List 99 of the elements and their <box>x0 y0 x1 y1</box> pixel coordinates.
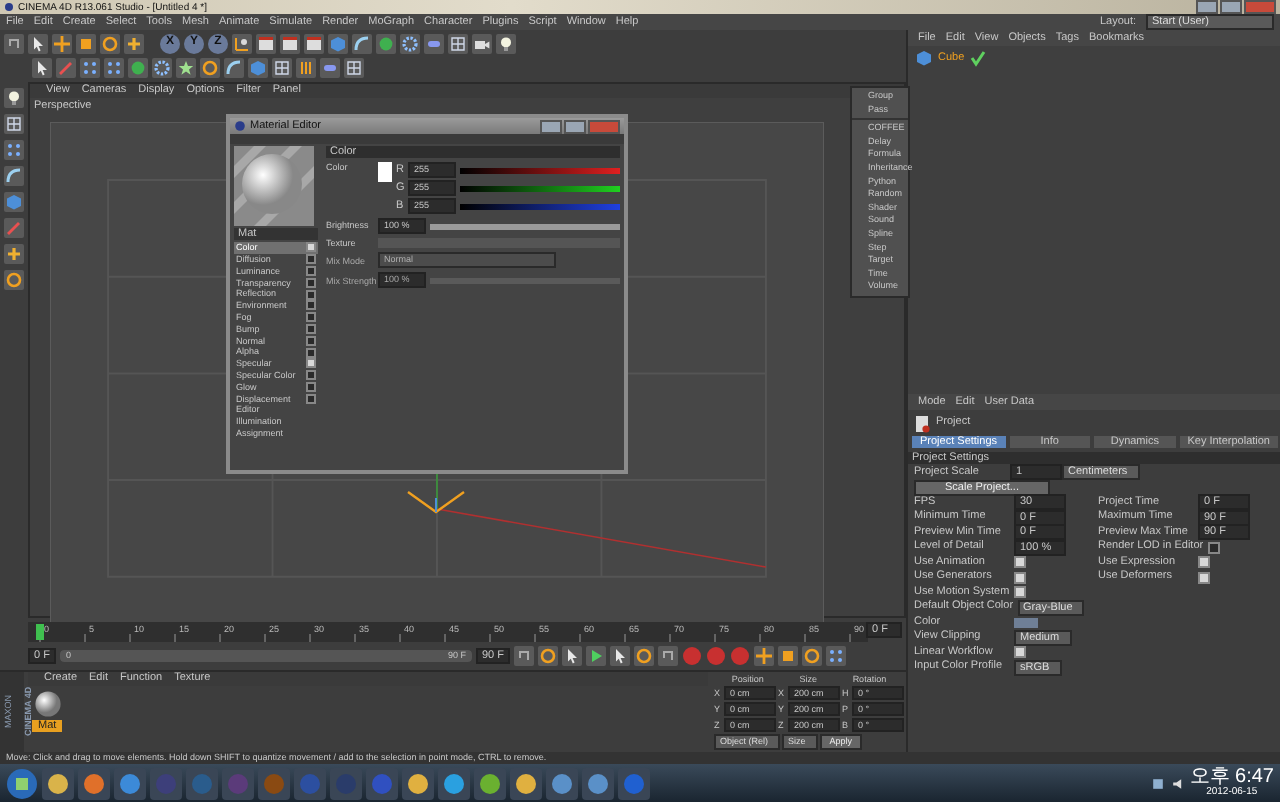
checkbox[interactable] <box>306 277 316 288</box>
sphere-app-icon <box>4 2 14 12</box>
picture-icon[interactable] <box>546 767 578 799</box>
cube-edge-drawing <box>406 488 466 517</box>
camera-icon[interactable] <box>472 33 492 53</box>
browser-icon[interactable] <box>114 767 146 799</box>
browser-icon[interactable] <box>78 767 110 799</box>
grid-icon[interactable] <box>272 57 292 77</box>
chat-icon[interactable] <box>438 767 470 799</box>
gear-icon[interactable] <box>400 33 420 53</box>
grid-icon[interactable] <box>448 33 468 53</box>
checkbox[interactable] <box>1198 571 1210 583</box>
checkbox[interactable] <box>306 265 316 276</box>
checkbox[interactable] <box>306 358 316 369</box>
app-tile-icon[interactable] <box>186 767 218 799</box>
render-settings-icon[interactable] <box>304 33 324 53</box>
minimize-button[interactable] <box>1196 0 1218 14</box>
color-slider[interactable] <box>460 167 620 173</box>
play-icon[interactable] <box>585 646 606 667</box>
add-icon[interactable] <box>4 244 24 265</box>
rotate-icon[interactable] <box>100 33 120 53</box>
edges-icon[interactable] <box>104 57 124 77</box>
render-picture-icon[interactable] <box>280 33 300 53</box>
render-view-icon[interactable] <box>256 33 276 53</box>
bend-icon[interactable] <box>352 33 372 53</box>
minimize-button[interactable] <box>540 119 562 133</box>
brightness-slider[interactable] <box>430 223 620 229</box>
scale-icon[interactable] <box>76 33 96 53</box>
checkbox[interactable] <box>1014 571 1026 583</box>
points-icon[interactable] <box>825 646 846 667</box>
bars-icon[interactable] <box>296 57 316 77</box>
checkbox[interactable] <box>306 300 316 311</box>
checkbox[interactable] <box>1207 541 1220 553</box>
bird-icon[interactable] <box>402 767 434 799</box>
close-button[interactable] <box>588 119 620 133</box>
select-arrow-icon[interactable] <box>28 33 48 53</box>
move-icon[interactable] <box>52 33 72 53</box>
document-icon <box>912 413 932 433</box>
gear-icon[interactable] <box>152 57 172 77</box>
checkbox[interactable] <box>306 347 316 358</box>
move-icon[interactable] <box>753 646 774 667</box>
start-button[interactable] <box>6 767 38 799</box>
cube-icon[interactable] <box>248 57 268 77</box>
checker-icon[interactable] <box>4 114 24 135</box>
scale-icon[interactable] <box>777 646 798 667</box>
checkbox[interactable] <box>306 370 316 381</box>
checkbox[interactable] <box>306 323 316 334</box>
app-tile-icon[interactable] <box>258 767 290 799</box>
light-bulb-icon[interactable] <box>496 33 516 53</box>
checkbox[interactable] <box>306 254 316 265</box>
select-arrow-icon[interactable] <box>32 57 52 77</box>
maximize-button[interactable] <box>1220 0 1242 14</box>
color-slider[interactable] <box>460 185 620 191</box>
bend-icon[interactable] <box>224 57 244 77</box>
bend-icon[interactable] <box>4 166 24 187</box>
points-icon[interactable] <box>80 57 100 77</box>
pill-icon[interactable] <box>424 33 444 53</box>
light-bulb-icon[interactable] <box>4 88 24 109</box>
coordinate-system-icon[interactable] <box>232 33 252 53</box>
rotate-icon[interactable] <box>801 646 822 667</box>
network-icon[interactable] <box>1149 775 1166 791</box>
rotate-icon[interactable] <box>200 57 220 77</box>
picture-icon[interactable] <box>582 767 614 799</box>
star-icon[interactable] <box>176 57 196 77</box>
points-icon[interactable] <box>4 140 24 161</box>
bird-icon[interactable] <box>510 767 542 799</box>
cube-icon[interactable] <box>4 192 24 213</box>
checkbox[interactable] <box>1014 586 1026 598</box>
sphere-icon[interactable] <box>128 57 148 77</box>
checkbox[interactable] <box>306 381 316 392</box>
checkbox[interactable] <box>306 335 316 346</box>
folder-icon[interactable] <box>42 767 74 799</box>
sphere-app-icon <box>234 120 246 132</box>
checkbox[interactable] <box>1014 556 1026 568</box>
checkbox[interactable] <box>306 312 316 323</box>
color-swatch[interactable] <box>1014 617 1038 627</box>
checkbox[interactable] <box>306 242 316 253</box>
pill-icon[interactable] <box>320 57 340 77</box>
cube-icon[interactable] <box>328 33 348 53</box>
check-icon[interactable] <box>968 48 989 68</box>
speaker-icon[interactable] <box>1169 775 1186 791</box>
checkbox[interactable] <box>306 289 316 300</box>
checkbox[interactable] <box>1198 556 1210 568</box>
brush-icon[interactable] <box>4 218 24 239</box>
color-swatch[interactable] <box>378 162 392 182</box>
app-tile-icon[interactable] <box>222 767 254 799</box>
material-sphere-icon[interactable] <box>33 689 62 718</box>
texture-field[interactable] <box>378 238 620 249</box>
app-tile-icon[interactable] <box>150 767 182 799</box>
checkbox[interactable] <box>1014 646 1026 658</box>
color-slider[interactable] <box>460 203 620 209</box>
disc-icon[interactable] <box>474 767 506 799</box>
checkbox[interactable] <box>306 393 316 404</box>
rotate-icon[interactable] <box>4 270 24 291</box>
sphere-icon[interactable] <box>376 33 396 53</box>
frame-icon[interactable] <box>344 57 364 77</box>
material-preview <box>234 146 314 226</box>
maximize-button[interactable] <box>564 119 586 133</box>
add-icon[interactable] <box>124 33 144 53</box>
